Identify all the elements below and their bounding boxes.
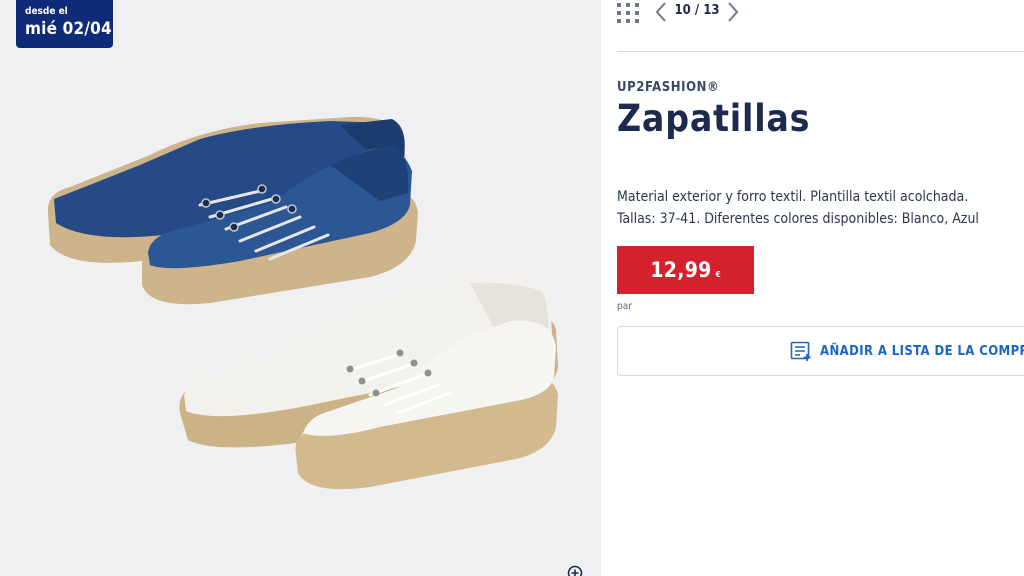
chevron-left-icon[interactable] — [653, 1, 669, 23]
description-line: Tallas: 37-41. Diferentes colores dispon… — [617, 211, 979, 227]
price-tag: 12,99 € — [617, 246, 754, 294]
price-currency: € — [715, 269, 721, 279]
badge-line-1: desde el — [25, 6, 68, 17]
price-unit: par — [617, 301, 632, 312]
availability-badge: desde el mié 02/04 — [16, 0, 113, 48]
price-value: 12,99 — [650, 258, 712, 282]
divider — [617, 51, 1024, 52]
add-to-list-icon — [790, 341, 811, 361]
badge-line-2: mié 02/04 — [25, 19, 112, 39]
product-title: Zapatillas — [617, 97, 811, 140]
product-info-pane: 10 / 13 UP2FASHION® Zapatillas Material … — [601, 0, 1024, 576]
add-to-list-label: AÑADIR A LISTA DE LA COMPRA — [820, 343, 1024, 359]
chevron-right-icon[interactable] — [725, 1, 741, 23]
gallery-nav: 10 / 13 — [617, 0, 741, 24]
product-description: Material exterior y forro textil. Planti… — [617, 186, 1024, 230]
description-line: Material exterior y forro textil. Planti… — [617, 189, 969, 205]
gallery-counter: 10 / 13 — [674, 2, 720, 18]
product-brand: UP2FASHION® — [617, 80, 720, 95]
grid-dots-icon[interactable] — [617, 1, 639, 23]
add-to-shopping-list-button[interactable]: AÑADIR A LISTA DE LA COMPRA — [617, 326, 1024, 376]
product-image-pane: desde el mié 02/04 — [0, 0, 601, 576]
product-image — [47, 116, 558, 490]
zoom-in-icon[interactable] — [566, 564, 584, 576]
